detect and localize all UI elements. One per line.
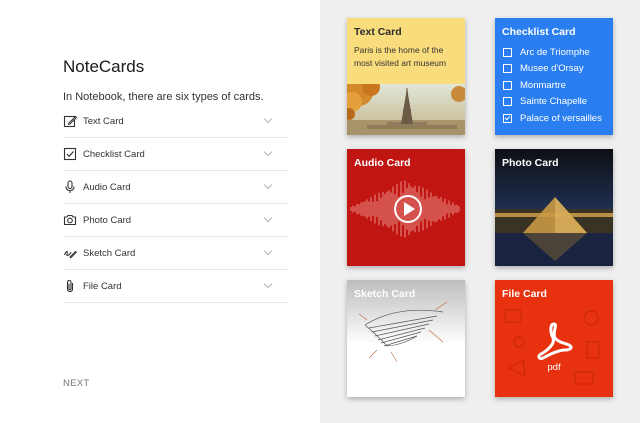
- chevron-down-icon[interactable]: [263, 249, 273, 256]
- chevron-down-icon[interactable]: [263, 117, 273, 124]
- file-type-label: pdf: [547, 362, 561, 373]
- next-button[interactable]: NEXT: [63, 378, 90, 389]
- checklist-item[interactable]: Arc de Triomphe: [503, 44, 602, 61]
- checklist-item[interactable]: Palace of versailles: [503, 110, 602, 127]
- eiffel-tower-photo: [347, 84, 465, 135]
- list-item-sketch-card[interactable]: Sketch Card: [63, 237, 289, 270]
- card-title: Checklist Card: [502, 26, 576, 38]
- list-item-label: File Card: [83, 280, 122, 292]
- checkbox-icon: [63, 147, 77, 161]
- checklist-item[interactable]: Monmartre: [503, 77, 602, 94]
- checkbox-unchecked[interactable]: [503, 64, 512, 74]
- list-item-file-card[interactable]: File Card: [63, 270, 289, 303]
- checklist-item-label: Sainte Chapelle: [520, 96, 588, 108]
- card-title: Text Card: [354, 26, 402, 38]
- page-subtitle: In Notebook, there are six types of card…: [63, 91, 264, 103]
- checklist-item-label: Arc de Triomphe: [520, 46, 590, 58]
- checklist-item[interactable]: Sainte Chapelle: [503, 94, 602, 111]
- edit-icon: [63, 115, 77, 128]
- text-card[interactable]: Text Card Paris is the home of the most …: [347, 18, 465, 135]
- list-item-checklist-card[interactable]: Checklist Card: [63, 138, 289, 171]
- chevron-down-icon[interactable]: [263, 183, 273, 190]
- photo-card[interactable]: Photo Card: [495, 149, 613, 266]
- chevron-down-icon[interactable]: [263, 216, 273, 223]
- checkbox-unchecked[interactable]: [503, 80, 512, 90]
- chevron-down-icon[interactable]: [263, 282, 273, 289]
- card-title: File Card: [502, 288, 547, 300]
- chevron-down-icon[interactable]: [263, 150, 273, 157]
- list-item-label: Text Card: [83, 115, 124, 127]
- checkbox-checked[interactable]: [503, 113, 512, 123]
- file-card[interactable]: File Card pdf: [495, 280, 613, 397]
- list-item-label: Photo Card: [83, 214, 132, 226]
- card-text: Paris is the home of the most visited ar…: [354, 45, 447, 68]
- audio-card[interactable]: Audio Card: [347, 149, 465, 266]
- list-item-photo-card[interactable]: Photo Card: [63, 204, 289, 237]
- checklist-item-label: Palace of versailles: [520, 112, 602, 124]
- card-title: Audio Card: [354, 157, 411, 169]
- card-title: Photo Card: [502, 157, 559, 169]
- list-item-audio-card[interactable]: Audio Card: [63, 171, 289, 204]
- card-title: Sketch Card: [354, 288, 416, 300]
- camera-icon: [63, 214, 77, 226]
- checklist-card[interactable]: Checklist Card Arc de Triomphe Musee d'O…: [495, 18, 613, 135]
- microphone-icon: [65, 180, 75, 193]
- card-type-list: Text Card Checklist Card Audio Card Phot…: [63, 105, 289, 303]
- checklist-item[interactable]: Musee d'Orsay: [503, 61, 602, 78]
- sketch-icon: [63, 250, 77, 259]
- checklist-item-label: Musee d'Orsay: [520, 63, 584, 75]
- list-item-text-card[interactable]: Text Card: [63, 105, 289, 138]
- list-item-label: Checklist Card: [83, 148, 145, 160]
- paperclip-icon: [66, 279, 74, 293]
- sketch-card[interactable]: Sketch Card: [347, 280, 465, 397]
- checkbox-unchecked[interactable]: [503, 47, 512, 57]
- page-title: NoteCards: [63, 57, 145, 76]
- left-panel: NoteCards In Notebook, there are six typ…: [0, 0, 320, 423]
- list-item-label: Audio Card: [83, 181, 131, 193]
- checklist: Arc de Triomphe Musee d'Orsay Monmartre …: [503, 44, 602, 127]
- checklist-item-label: Monmartre: [520, 79, 566, 91]
- list-item-label: Sketch Card: [83, 247, 136, 259]
- checkbox-unchecked[interactable]: [503, 97, 512, 107]
